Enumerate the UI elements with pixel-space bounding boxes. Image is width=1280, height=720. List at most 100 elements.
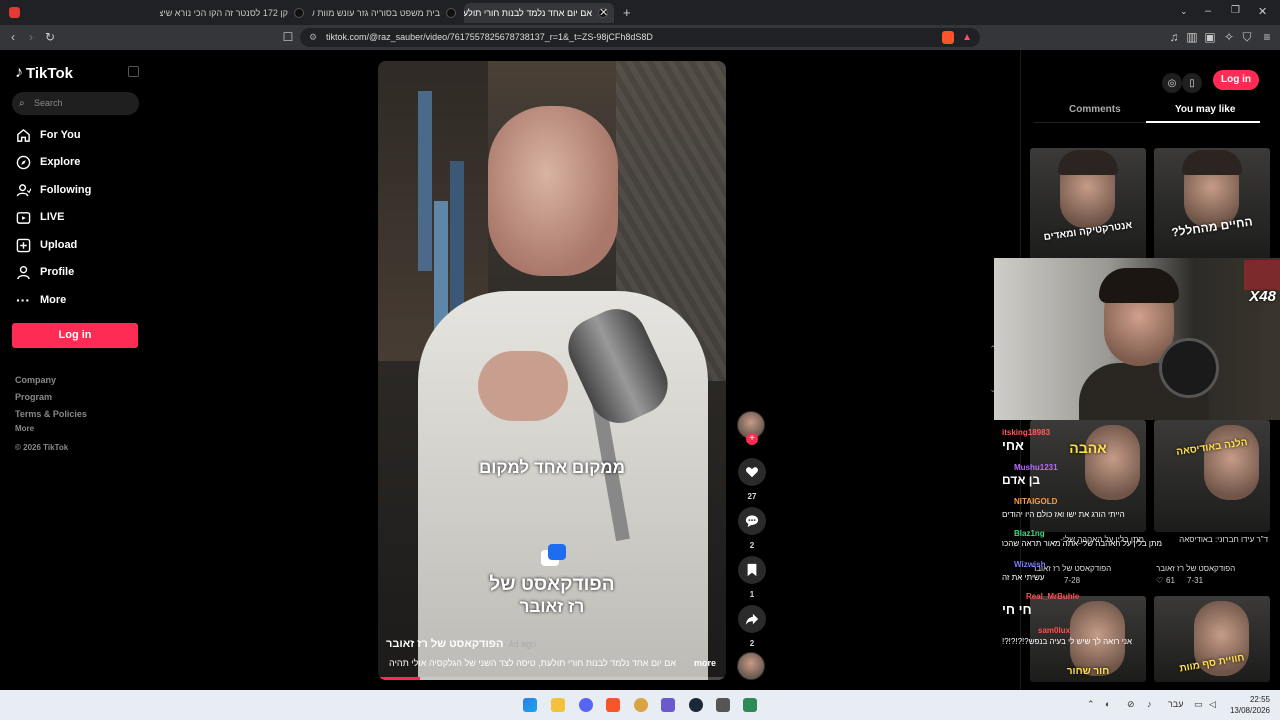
video-progress-fill — [378, 677, 420, 680]
new-tab-icon[interactable]: + — [623, 5, 631, 20]
video-progress-bar[interactable] — [378, 677, 726, 680]
video-speaker-head — [488, 106, 618, 276]
extensions-icon[interactable]: ✧ — [1222, 30, 1236, 44]
site-info-icon[interactable]: ⚙ — [309, 28, 317, 47]
save-action[interactable]: 1 — [737, 556, 767, 599]
url-text: tiktok.com/@raz_sauber/video/76175578256… — [326, 32, 653, 42]
footer-link-more[interactable]: More — [15, 424, 34, 433]
sidebar-item-for-you[interactable]: For You — [15, 125, 145, 145]
clock-date: 13/08/2026 — [1229, 706, 1270, 715]
taskbar-clock[interactable]: 22:55 13/08/2026 — [1230, 694, 1270, 716]
window-close-icon[interactable]: ✕ — [1258, 5, 1267, 18]
tab-you-may-like[interactable]: You may like — [1175, 104, 1235, 115]
address-bar[interactable]: ⚙ tiktok.com/@raz_sauber/video/761755782… — [300, 28, 980, 47]
sidebar-toggle-icon[interactable]: ▥ — [1185, 30, 1199, 44]
active-tab-indicator — [1146, 121, 1260, 123]
browser-tab-3[interactable]: אם יום אחד נלמד לבנות חורי תולעת — [464, 3, 614, 23]
sidebar-item-profile[interactable]: Profile — [15, 262, 145, 282]
tab-list-chevron-icon[interactable]: ⌄ — [1180, 6, 1188, 17]
tray-app-icon[interactable]: ⊘ — [1127, 699, 1135, 710]
bookmark-save-icon[interactable] — [738, 556, 766, 584]
login-button[interactable]: Log in — [12, 323, 138, 348]
search-input[interactable]: ⌕ Search — [12, 92, 139, 115]
back-icon[interactable]: ‹ — [6, 30, 20, 44]
chat-username: NITAIGOLD — [1014, 497, 1058, 506]
device-icon[interactable]: ▯ — [1182, 73, 1202, 93]
app-icon[interactable] — [716, 698, 730, 712]
tray-chevron-icon[interactable]: ⌃ — [1087, 699, 1095, 710]
chat-message: אחי — [1002, 438, 1024, 453]
file-explorer-icon[interactable] — [551, 698, 565, 712]
browser-tab-1[interactable]: קן 172 לסנטר זה הקו הכי נורא שיצר: — [160, 3, 310, 23]
footer-link-program[interactable]: Program — [15, 392, 52, 402]
tab-comments[interactable]: Comments — [1069, 104, 1121, 115]
sidebar-item-label: Profile — [40, 266, 75, 278]
collapse-sidebar-icon[interactable] — [128, 66, 139, 77]
comment-icon[interactable] — [738, 507, 766, 535]
steam-icon[interactable] — [689, 698, 703, 712]
recommended-video-thumb[interactable]: החיים מהחלל? — [1154, 148, 1270, 260]
microphone-tray-icon[interactable]: ♪ — [1147, 699, 1152, 709]
tray-app-icon[interactable]: ◐ — [1105, 699, 1110, 709]
sidebar-item-more[interactable]: ··· More — [15, 290, 145, 310]
wallet-icon[interactable]: ▣ — [1203, 30, 1217, 44]
windows-start-icon[interactable] — [523, 698, 537, 712]
reload-icon[interactable]: ↻ — [43, 30, 57, 44]
discord-icon[interactable] — [579, 698, 593, 712]
brave-browser-icon[interactable] — [606, 698, 620, 712]
menu-icon[interactable]: ≡ — [1260, 30, 1274, 44]
footer-link-terms[interactable]: Terms & Policies — [15, 409, 87, 419]
coins-icon[interactable]: ◎ — [1162, 73, 1182, 93]
browser-tab-bar: קן 172 לסנטר זה הקו הכי נורא שיצר: בית מ… — [0, 0, 1280, 25]
footer-link-company[interactable]: Company — [15, 375, 56, 385]
home-icon — [15, 127, 31, 143]
sidebar-item-explore[interactable]: Explore — [15, 152, 145, 172]
brave-shield-icon[interactable] — [942, 31, 954, 44]
video-player[interactable]: ממקום אחד למקום הפודקאסט של רז זאובר הפו… — [378, 61, 726, 680]
window-minimize-icon[interactable]: – — [1205, 5, 1211, 17]
music-disc-avatar[interactable] — [737, 652, 765, 680]
like-count: 27 — [747, 492, 757, 501]
browser-tab-title: בית משפט בסוריה גזר עונש מוות של: — [312, 8, 440, 18]
brave-rewards-icon[interactable]: ▲ — [962, 28, 972, 47]
vpn-icon[interactable]: ⛉ — [1240, 30, 1254, 44]
bookmark-icon[interactable]: ☐ — [281, 30, 295, 44]
tiktok-logo-text: TikTok — [26, 64, 73, 82]
browser-tab-2[interactable]: בית משפט בסוריה גזר עונש מוות של: — [312, 3, 462, 23]
recommended-video-thumb[interactable]: אנטרקטיקה ומאדים — [1030, 148, 1146, 260]
chat-username: itsking18983 — [1002, 428, 1051, 437]
like-action[interactable]: 27 — [737, 458, 767, 501]
chat-message: הייתי הורג את ישו ואז כולם היו יהודים — [1002, 510, 1125, 519]
share-icon[interactable] — [738, 605, 766, 633]
recommended-title[interactable]: ד"ר עידו חברוני: באודיסאה — [1156, 535, 1268, 544]
forward-icon[interactable]: › — [24, 30, 38, 44]
sidebar-item-following[interactable]: Following — [15, 180, 145, 200]
share-action[interactable]: 2 — [737, 605, 767, 648]
comment-action[interactable]: 2 — [737, 507, 767, 550]
sidebar-item-live[interactable]: LIVE — [15, 207, 145, 227]
recommended-date: 7-31 — [1187, 576, 1204, 585]
browser-tab-title: אם יום אחד נלמד לבנות חורי תולעת — [464, 8, 592, 18]
header-login-button[interactable]: Log in — [1213, 70, 1259, 90]
sidebar-item-upload[interactable]: Upload — [15, 235, 145, 255]
video-author[interactable]: הפודקאסט של רז זאובר — [386, 638, 503, 650]
heart-icon[interactable] — [738, 458, 766, 486]
tab-close-icon[interactable]: ✕ — [599, 6, 608, 19]
video-watermark-line1: הפודקאסט של — [489, 574, 615, 595]
podcast-logo-icon — [538, 542, 568, 572]
keyboard-language[interactable]: עבר — [1168, 699, 1183, 709]
chat-username: Wizwish — [1014, 560, 1046, 569]
window-maximize-icon[interactable]: ❐ — [1231, 5, 1240, 16]
os-taskbar: ⌃ ◐ ⊘ ♪ עבר ▭ ◁ 22:55 13/08/2026 — [0, 690, 1280, 720]
streamer-webcam-overlay: X48 — [994, 258, 1280, 420]
app-icon[interactable] — [743, 698, 757, 712]
description-more-button[interactable]: more — [694, 658, 716, 668]
tiktok-logo[interactable]: ♪ TikTok — [15, 64, 73, 82]
follow-plus-icon[interactable]: + — [746, 433, 758, 445]
app-icon[interactable] — [661, 698, 675, 712]
app-icon[interactable] — [634, 698, 648, 712]
profile-icon — [15, 264, 31, 280]
display-icon[interactable]: ▭ — [1194, 699, 1203, 710]
volume-icon[interactable]: ◁ — [1209, 699, 1216, 710]
media-icon[interactable]: ♫ — [1167, 30, 1181, 44]
